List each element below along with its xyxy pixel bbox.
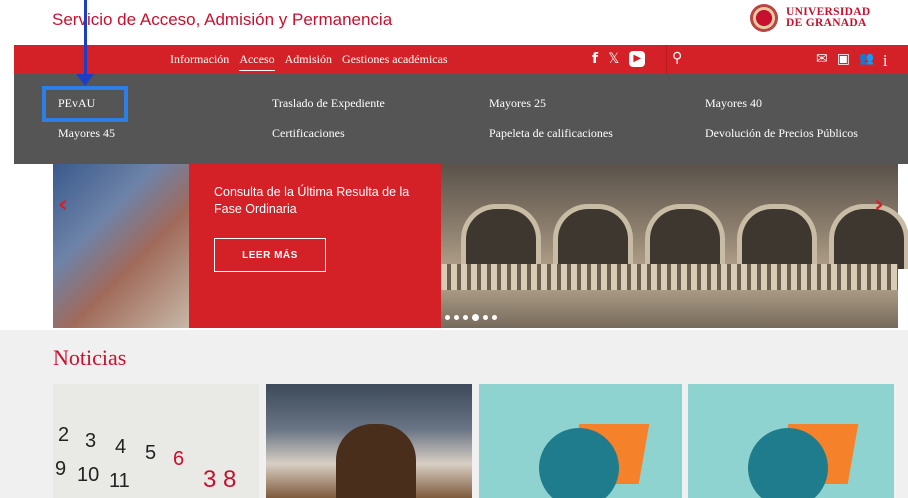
carousel-dot[interactable] <box>463 315 468 320</box>
calendar-number: 2 <box>58 424 70 446</box>
university-seal-icon <box>750 4 778 32</box>
nav-item-admision[interactable]: Admisión <box>285 52 332 71</box>
site-title[interactable]: Servicio de Acceso, Admisión y Permanenc… <box>52 10 392 30</box>
calendar-number: 3 <box>203 466 217 493</box>
news-thumbnail-megaphone-1[interactable] <box>479 384 682 498</box>
carousel-dots <box>445 314 497 321</box>
social-links: f 𝕏 ▶ <box>592 51 646 67</box>
mail-icon[interactable]: ✉ <box>816 51 828 71</box>
news-thumbnail-calendar[interactable]: 2 3 4 5 6 9 10 11 3 8 <box>53 384 259 498</box>
person-hair <box>336 424 416 498</box>
carousel-dot[interactable] <box>454 315 459 320</box>
dropdown-link-mayores-45[interactable]: Mayores 45 <box>58 126 115 141</box>
calendar-number: 3 <box>85 430 97 452</box>
x-icon[interactable]: 𝕏 <box>608 51 619 67</box>
megaphone-icon <box>748 428 828 498</box>
hero-title[interactable]: Consulta de la Última Resulta de la Fase… <box>214 184 424 218</box>
nav-item-informacion[interactable]: Información <box>170 52 229 71</box>
search-icon[interactable]: ⚲ <box>672 50 682 66</box>
carousel-dot[interactable] <box>445 315 450 320</box>
logo-line-2: DE GRANADA <box>786 17 867 29</box>
annotation-arrow-line <box>84 0 87 76</box>
carousel-prev-icon[interactable]: ‹ <box>58 190 68 218</box>
dropdown-link-devolucion[interactable]: Devolución de Precios Públicos <box>705 126 858 141</box>
calendar-number: 5 <box>145 442 157 464</box>
id-card-icon[interactable]: ▣ <box>837 51 850 71</box>
info-icon[interactable]: i <box>883 51 888 71</box>
calendar-number: 10 <box>77 464 100 486</box>
carousel-next-icon[interactable]: › <box>874 190 884 218</box>
highlight-box <box>42 86 128 122</box>
calendar-number: 4 <box>115 436 127 458</box>
arcade-arches <box>461 204 908 269</box>
dropdown-link-mayores-40[interactable]: Mayores 40 <box>705 96 762 111</box>
carousel-dot[interactable] <box>472 314 479 321</box>
dropdown-link-traslado[interactable]: Traslado de Expediente <box>272 96 385 111</box>
balustrade <box>441 264 898 290</box>
dropdown-link-mayores-25[interactable]: Mayores 25 <box>489 96 546 111</box>
users-icon[interactable]: 👥 <box>859 51 874 71</box>
news-heading: Noticias <box>53 345 127 370</box>
nav-item-gestiones[interactable]: Gestiones académicas <box>342 52 448 71</box>
calendar-number: 8 <box>223 466 237 493</box>
read-more-button[interactable]: LEER MÁS <box>214 238 326 272</box>
megaphone-icon <box>539 428 619 498</box>
hero-left-image <box>53 164 189 328</box>
calendar-number: 6 <box>173 448 185 470</box>
hero-right-image <box>441 164 908 328</box>
acceso-dropdown-menu <box>14 74 908 164</box>
annotation-arrow-icon <box>76 74 94 86</box>
dropdown-link-papeleta[interactable]: Papeleta de calificaciones <box>489 126 613 141</box>
search-area[interactable] <box>666 45 781 74</box>
youtube-icon[interactable]: ▶ <box>629 51 646 67</box>
dropdown-link-certificaciones[interactable]: Certificaciones <box>272 126 345 141</box>
university-logo[interactable]: UNIVERSIDAD DE GRANADA <box>750 4 870 32</box>
facebook-icon[interactable]: f <box>592 51 598 67</box>
utility-icons: ✉ ▣ 👥 i <box>816 51 888 71</box>
news-thumbnail-students[interactable] <box>266 384 472 498</box>
news-thumbnail-megaphone-2[interactable] <box>688 384 894 498</box>
calendar-number: 9 <box>55 458 67 480</box>
calendar-number: 11 <box>109 470 130 492</box>
nav-menu: Información Acceso Admisión Gestiones ac… <box>170 52 448 71</box>
nav-item-acceso[interactable]: Acceso <box>239 52 275 71</box>
carousel-dot[interactable] <box>492 315 497 320</box>
carousel-dot[interactable] <box>483 315 488 320</box>
